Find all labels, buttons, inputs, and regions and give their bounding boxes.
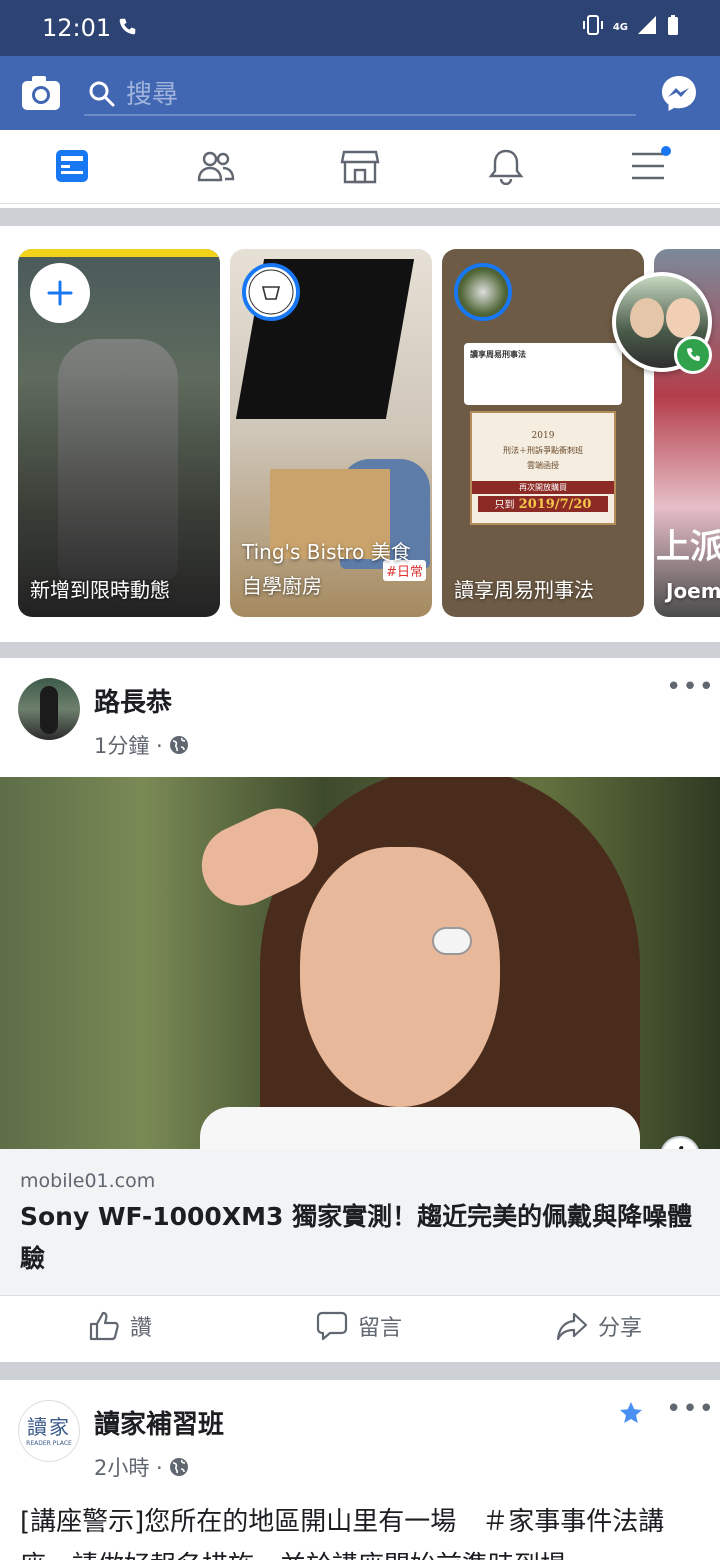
friends-icon <box>197 151 235 182</box>
story-label: Joem <box>666 579 720 603</box>
story-reading-law[interactable]: 讀享周易刑事法 2019 刑法＋刑訴爭點衝刺班 雲端函授 再次開放購買 只到 2… <box>442 249 644 617</box>
share-icon <box>556 1312 588 1341</box>
story-label: Ting's Bistro 美食 自學廚房 <box>242 540 411 598</box>
globe-icon <box>169 736 188 754</box>
author-avatar[interactable]: 讀家 READER PLACE <box>18 1400 80 1462</box>
divider <box>0 1295 720 1296</box>
tab-notifications[interactable] <box>484 146 528 186</box>
search-input[interactable]: 搜尋 <box>126 74 178 111</box>
tab-marketplace[interactable] <box>338 146 382 186</box>
menu-notification-dot <box>661 146 671 156</box>
story-card: 2019 刑法＋刑訴爭點衝刺班 雲端函授 再次開放購買 只到 2019/7/20 <box>470 411 616 525</box>
star-icon[interactable] <box>618 1400 644 1430</box>
wifi-call-icon <box>116 16 138 42</box>
link-title[interactable]: Sony WF-1000XM3 獨家實測！趨近完美的佩戴與降噪體驗 <box>20 1196 706 1280</box>
post-time[interactable]: 1分鐘 · <box>94 730 163 760</box>
post-meta: 2小時 · <box>94 1452 189 1482</box>
signal-icon <box>636 14 658 40</box>
story-create[interactable]: 新增到限時動態 <box>18 249 220 617</box>
story-overlay-text: 上派 <box>656 527 720 567</box>
news-feed-icon <box>56 150 88 182</box>
story-label: 讀享周易刑事法 <box>454 578 594 602</box>
story-avatar <box>454 263 512 321</box>
divider <box>0 1362 720 1380</box>
link-source: mobile01.com <box>20 1170 156 1192</box>
messenger-icon[interactable] <box>660 74 698 112</box>
like-label: 讚 <box>130 1316 153 1341</box>
vibrate-icon <box>581 14 605 40</box>
menu-icon <box>632 152 664 180</box>
post-image[interactable] <box>0 777 720 1149</box>
plus-icon <box>47 280 73 306</box>
post-options-button[interactable]: ••• <box>666 1394 715 1424</box>
add-story-button[interactable] <box>30 263 90 323</box>
nav-tabs <box>0 130 720 204</box>
comment-button[interactable]: 留言 <box>316 1310 402 1342</box>
comment-label: 留言 <box>358 1316 403 1341</box>
post-options-button[interactable]: ••• <box>666 672 715 702</box>
author-avatar[interactable] <box>18 678 80 740</box>
phone-call-icon[interactable] <box>674 336 712 374</box>
share-label: 分享 <box>598 1316 643 1341</box>
post-meta: 1分鐘 · <box>94 730 189 760</box>
share-button[interactable]: 分享 <box>556 1310 642 1342</box>
story-tings-bistro[interactable]: #日常 Ting's Bistro 美食 自學廚房 <box>230 249 432 617</box>
globe-icon <box>169 1458 188 1476</box>
post-author[interactable]: 路長恭 <box>94 682 172 719</box>
camera-icon[interactable] <box>20 72 62 114</box>
network-label: 4G <box>612 21 628 33</box>
marketplace-icon <box>340 150 380 184</box>
tab-news-feed[interactable] <box>50 146 94 186</box>
search-underline <box>84 114 636 116</box>
story-label: 新增到限時動態 <box>30 578 170 602</box>
comment-icon <box>316 1311 348 1341</box>
app-bar: 搜尋 <box>0 56 720 130</box>
bell-icon <box>488 149 524 185</box>
search-icon[interactable] <box>88 80 116 112</box>
tab-friends[interactable] <box>194 146 238 186</box>
post-time[interactable]: 2小時 · <box>94 1452 163 1482</box>
status-icons: 4G <box>581 14 680 40</box>
divider <box>0 208 720 226</box>
story-avatar <box>242 263 300 321</box>
post-text: [講座警示]您所在的地區開山里有一場 ＃家事事件法講座，請做好報名措施，並於講座… <box>20 1507 665 1560</box>
like-icon <box>89 1311 119 1341</box>
post-author[interactable]: 讀家補習班 <box>94 1404 224 1441</box>
status-bar: 12:01 4G <box>0 0 720 56</box>
divider <box>0 642 720 658</box>
battery-icon <box>666 14 680 40</box>
status-time: 12:01 <box>42 14 112 42</box>
story-card-header: 讀享周易刑事法 <box>464 343 622 405</box>
like-button[interactable]: 讚 <box>88 1310 152 1342</box>
